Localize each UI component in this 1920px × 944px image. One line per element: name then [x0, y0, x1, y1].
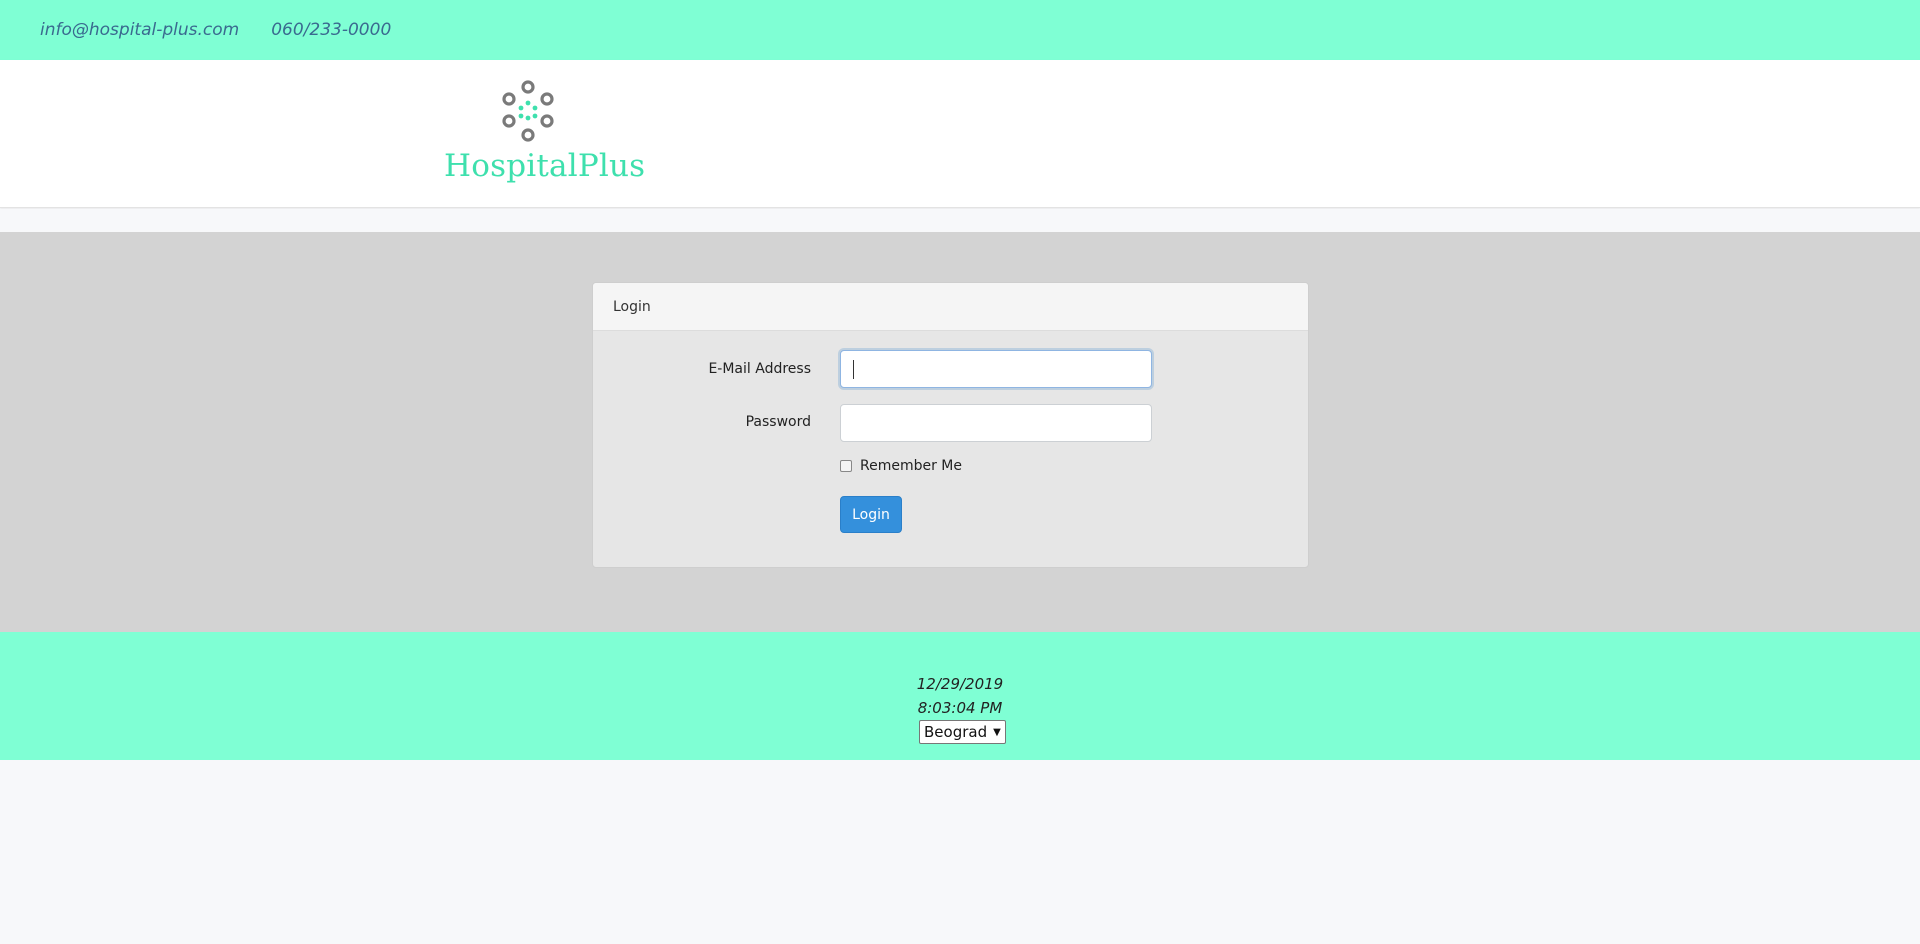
- hospitalplus-logo-icon[interactable]: [496, 80, 560, 144]
- login-card: Login E-Mail Address Password Remember M…: [592, 282, 1309, 568]
- contact-email[interactable]: info@hospital-plus.com: [40, 20, 239, 40]
- main-content: Login E-Mail Address Password Remember M…: [0, 232, 1920, 632]
- footer-date: 12/29/2019: [916, 675, 1004, 693]
- city-select-value: Beograd: [924, 723, 988, 741]
- chevron-down-icon: ▼: [993, 726, 1001, 738]
- footer-time: 8:03:04 PM: [917, 699, 1003, 717]
- contact-phone[interactable]: 060/233-0000: [271, 20, 391, 40]
- text-caret: [853, 360, 854, 379]
- header-spacer: [0, 209, 1920, 232]
- remember-checkbox[interactable]: [840, 460, 852, 472]
- email-label: E-Mail Address: [708, 361, 811, 377]
- login-card-header: Login: [593, 283, 1308, 331]
- city-select[interactable]: Beograd ▼: [919, 720, 1006, 744]
- login-button[interactable]: Login: [840, 496, 902, 533]
- login-card-title: Login: [613, 298, 651, 315]
- password-field[interactable]: [840, 404, 1152, 442]
- email-field[interactable]: [840, 350, 1152, 388]
- brand-name[interactable]: HospitalPlus: [444, 148, 645, 184]
- footer: 12/29/2019 8:03:04 PM Beograd ▼: [0, 632, 1920, 760]
- top-contact-bar: info@hospital-plus.com 060/233-0000: [0, 0, 1920, 60]
- remember-label: Remember Me: [860, 458, 962, 474]
- password-label: Password: [745, 414, 811, 430]
- remember-me[interactable]: Remember Me: [840, 458, 962, 474]
- brand-header: HospitalPlus: [0, 60, 1920, 208]
- page-bottom-area: [0, 760, 1920, 944]
